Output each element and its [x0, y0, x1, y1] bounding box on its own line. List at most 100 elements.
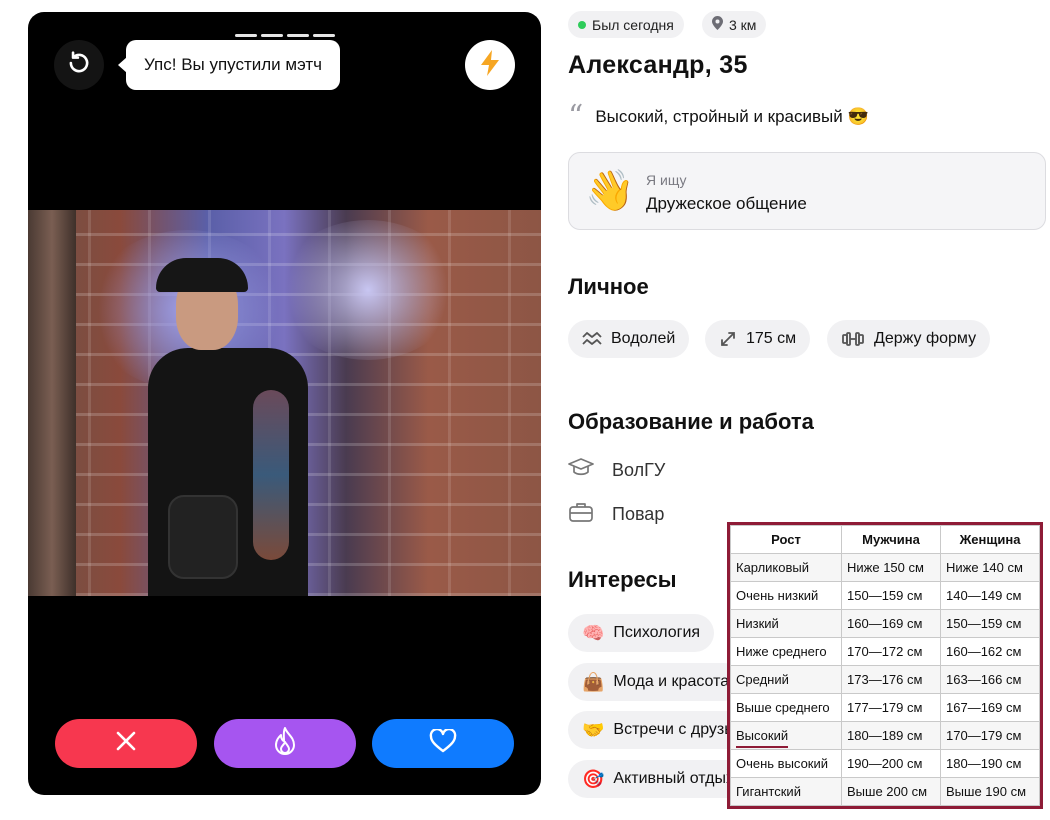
distance-badge: 3 км — [702, 11, 767, 38]
dumbbell-icon — [841, 331, 865, 347]
dislike-button[interactable] — [55, 719, 197, 768]
table-cell: 180—189 см — [841, 721, 941, 750]
chip-label: Водолей — [611, 330, 676, 347]
height-classification-table: Рост Мужчина Женщина Карликовый Ниже 150… — [727, 522, 1043, 809]
chip-zodiac: Водолей — [568, 320, 690, 358]
table-cell: 170—172 см — [841, 637, 941, 666]
table-cell: Низкий — [730, 609, 842, 638]
bio-text: Высокий, стройный и красивый 😎 — [595, 107, 869, 126]
handshake-icon: 🤝 — [582, 719, 605, 740]
table-cell: Ниже 150 см — [841, 553, 941, 582]
education-label: ВолГУ — [612, 460, 666, 480]
height-arrows-icon — [719, 330, 737, 348]
chip-label: Держу форму — [874, 330, 977, 347]
table-cell: Выше 200 см — [841, 777, 941, 806]
close-icon — [115, 730, 137, 757]
table-cell: 150—159 см — [841, 581, 941, 610]
undo-button[interactable] — [54, 40, 104, 90]
table-cell: 177—179 см — [841, 693, 941, 722]
aquarius-icon — [582, 332, 602, 346]
online-dot — [578, 20, 586, 29]
boost-button[interactable] — [465, 40, 515, 90]
chip-label: Активный отдых — [613, 770, 734, 787]
table-cell: 170—179 см — [940, 721, 1040, 750]
table-row: Выше среднего 177—179 см 167—169 см — [730, 693, 1040, 722]
like-button[interactable] — [372, 719, 514, 768]
person-cap — [156, 258, 248, 292]
chip-label: Психология — [613, 624, 701, 641]
education-item: ВолГУ — [568, 457, 665, 484]
table-cell: 190—200 см — [841, 749, 941, 778]
profile-name: Александр, 35 — [568, 51, 748, 79]
column-header: Женщина — [940, 525, 1040, 554]
table-row: Очень низкий 150—159 см 140—149 см — [730, 581, 1040, 610]
table-cell: Средний — [730, 665, 842, 694]
undo-icon — [66, 50, 92, 81]
progress-segment — [286, 34, 309, 37]
person-bag — [168, 495, 238, 579]
profile-photo[interactable] — [28, 210, 541, 596]
status-text: Был сегодня — [592, 16, 674, 33]
online-status-badge: Был сегодня — [568, 11, 684, 38]
chip-fitness: Держу форму — [827, 320, 991, 358]
table-cell: Ниже 140 см — [940, 553, 1040, 582]
brain-icon: 🧠 — [582, 622, 605, 643]
progress-segment — [260, 34, 283, 37]
table-row: Низкий 160—169 см 150—159 см — [730, 609, 1040, 638]
flame-icon — [272, 726, 298, 761]
swipe-actions — [55, 719, 514, 768]
chip-label: Мода и красота — [613, 673, 730, 690]
table-cell: Выше 190 см — [940, 777, 1040, 806]
table-row: Гигантский Выше 200 см Выше 190 см — [730, 777, 1040, 806]
location-pin-icon — [712, 16, 723, 33]
chip-height: 175 см — [705, 320, 811, 358]
table-cell: Гигантский — [730, 777, 842, 806]
waving-hand-icon: 👋 — [585, 169, 635, 213]
table-row: Очень высокий 190—200 см 180—190 см — [730, 749, 1040, 778]
table-cell: Выше среднего — [730, 693, 842, 722]
chip-label: 175 см — [746, 330, 797, 347]
seeking-label: Я ищу — [646, 172, 687, 188]
height-table: Рост Мужчина Женщина Карликовый Ниже 150… — [730, 525, 1040, 806]
table-cell: 140—149 см — [940, 581, 1040, 610]
work-item: Повар — [568, 501, 664, 528]
column-header: Мужчина — [841, 525, 941, 554]
photo-progress-indicator — [28, 34, 541, 37]
table-cell: 180—190 см — [940, 749, 1040, 778]
table-row: Карликовый Ниже 150 см Ниже 140 см — [730, 553, 1040, 582]
seeking-value: Дружеское общение — [646, 194, 807, 213]
table-cell: Очень высокий — [730, 749, 842, 778]
seeking-card: 👋 Я ищу Дружеское общение — [568, 152, 1046, 230]
interest-chip: 🎯 Активный отдых — [568, 760, 748, 798]
table-cell: Высокий — [730, 721, 842, 750]
handbag-icon: 👜 — [582, 671, 605, 692]
table-cell: 173—176 см — [841, 665, 941, 694]
profile-photo-card[interactable]: Упс! Вы упустили мэтч — [28, 12, 541, 795]
interest-chip: 👜 Мода и красота — [568, 663, 744, 701]
superlike-button[interactable] — [213, 719, 356, 768]
table-cell: 160—169 см — [841, 609, 941, 638]
highlighted-label: Высокий — [736, 728, 789, 743]
column-header: Рост — [730, 525, 842, 554]
table-cell: 167—169 см — [940, 693, 1040, 722]
table-header-row: Рост Мужчина Женщина — [730, 525, 1040, 554]
distance-text: 3 км — [729, 16, 757, 33]
pillar — [28, 210, 76, 596]
section-title-interests: Интересы — [568, 567, 677, 592]
table-cell: Ниже среднего — [730, 637, 842, 666]
table-row-highlighted: Высокий 180—189 см 170—179 см — [730, 721, 1040, 750]
progress-segment — [234, 34, 257, 37]
quote-icon: “ — [568, 99, 584, 134]
graffiti — [278, 220, 458, 360]
interest-chip: 🧠 Психология — [568, 614, 715, 652]
heart-icon — [429, 727, 457, 758]
graduation-cap-icon — [568, 457, 594, 484]
target-icon: 🎯 — [582, 768, 605, 789]
section-title-education: Образование и работа — [568, 409, 814, 434]
table-row: Ниже среднего 170—172 см 160—162 см — [730, 637, 1040, 666]
table-cell: 160—162 см — [940, 637, 1040, 666]
missed-match-tooltip: Упс! Вы упустили мэтч — [117, 40, 341, 90]
profile-bio: “ Высокий, стройный и красивый 😎 — [568, 99, 869, 134]
section-title-personal: Личное — [568, 274, 649, 299]
table-cell: 150—159 см — [940, 609, 1040, 638]
